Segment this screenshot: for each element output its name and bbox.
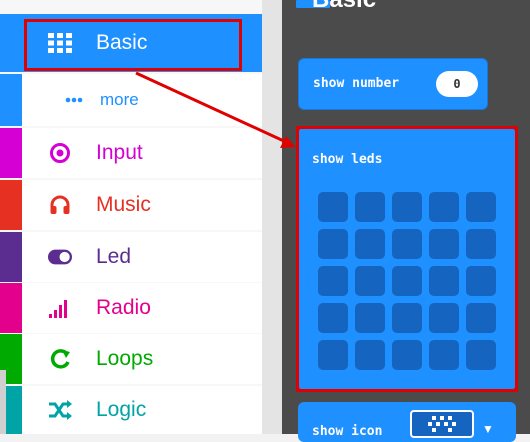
category-label: Logic bbox=[96, 398, 147, 421]
shuffle-icon bbox=[48, 398, 72, 422]
number-input[interactable]: 0 bbox=[436, 71, 478, 97]
headphones-icon bbox=[48, 193, 72, 217]
category-color-stripe bbox=[0, 128, 22, 178]
category-label: Radio bbox=[96, 296, 151, 319]
category-more[interactable]: more bbox=[0, 74, 262, 126]
show-number-block[interactable]: show number 0 bbox=[298, 58, 488, 110]
loop-arrow-icon bbox=[48, 347, 72, 371]
category-label: Music bbox=[96, 193, 151, 216]
scroll-gutter bbox=[0, 370, 6, 434]
signal-bars-icon bbox=[48, 296, 72, 320]
category-color-stripe bbox=[0, 232, 22, 282]
category-label: Loops bbox=[96, 347, 154, 370]
highlight-box-basic bbox=[24, 19, 242, 71]
show-icon-block[interactable]: show icon ▼ bbox=[298, 402, 516, 442]
category-loops[interactable]: Loops bbox=[0, 334, 262, 384]
category-radio[interactable]: Radio bbox=[0, 283, 262, 333]
toggle-icon bbox=[48, 245, 72, 269]
category-label: Input bbox=[96, 141, 143, 164]
category-color-stripe bbox=[0, 74, 22, 126]
category-color-stripe bbox=[0, 180, 22, 230]
category-label: Led bbox=[96, 245, 132, 268]
flyout-title: Basic bbox=[312, 0, 376, 14]
category-logic[interactable]: Logic bbox=[0, 386, 262, 434]
block-label: show icon bbox=[312, 424, 383, 439]
category-input[interactable]: Input bbox=[0, 128, 262, 178]
category-led[interactable]: Led bbox=[0, 232, 262, 282]
highlight-box-show-leds bbox=[296, 126, 518, 392]
category-label: more bbox=[100, 90, 139, 109]
category-color-stripe bbox=[0, 283, 22, 333]
category-music[interactable]: Music bbox=[0, 180, 262, 230]
block-label: show number bbox=[313, 76, 400, 91]
panel-divider[interactable] bbox=[262, 0, 282, 434]
more-dots-icon bbox=[62, 88, 86, 112]
target-icon bbox=[48, 141, 72, 165]
